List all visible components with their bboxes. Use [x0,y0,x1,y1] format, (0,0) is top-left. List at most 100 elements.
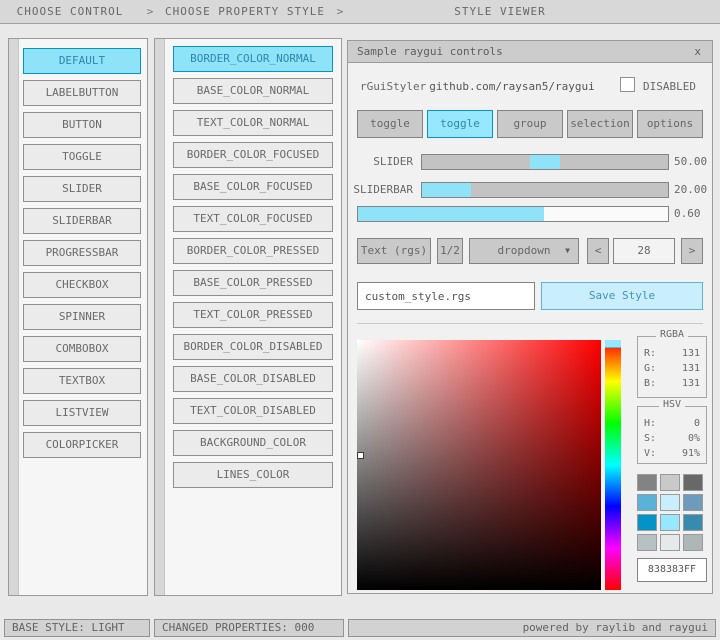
control-list-item[interactable]: SPINNER [23,304,141,330]
toggle-group: toggletogglegroupselectionoptions [357,110,703,138]
sliderbar-value: 20.00 [674,182,707,198]
property-list-item[interactable]: BACKGROUND_COLOR [173,430,333,456]
divider [357,323,703,324]
window-titlebar[interactable]: Sample raygui controls x [348,41,712,63]
palette-swatch[interactable] [637,474,657,491]
palette-swatch[interactable] [683,494,703,511]
property-list-item[interactable]: BORDER_COLOR_PRESSED [173,238,333,264]
rgba-label: B: [644,376,656,391]
rgba-groupbox: RGBA R:131G:131B:131 [637,336,707,398]
dropdown-label: dropdown [498,244,551,257]
property-list-item[interactable]: BASE_COLOR_PRESSED [173,270,333,296]
spinner-value[interactable]: 28 [613,238,675,264]
rgba-value: 131 [682,361,700,376]
slider-label: SLIDER [348,154,413,170]
color-saturation-value-panel[interactable] [357,340,601,590]
sliderbar[interactable] [421,182,669,198]
dropdown[interactable]: dropdown ▼ [469,238,579,264]
palette-swatch[interactable] [637,534,657,551]
rgba-row: R:131 [638,346,706,361]
palette-swatch[interactable] [660,514,680,531]
palette-swatch[interactable] [683,534,703,551]
rgba-value: 131 [682,346,700,361]
controls-list-panel: DEFAULT LABELBUTTON BUTTON TOGGLE SLIDER SLID… [8,38,148,596]
toggle-button[interactable]: toggle [427,110,493,138]
palette-swatch[interactable] [637,514,657,531]
hsv-label: V: [644,446,656,461]
control-list-item[interactable]: LISTVIEW [23,400,141,426]
rgba-title: RGBA [656,329,688,340]
properties-list-panel: BORDER_COLOR_NORMAL BASE_COLOR_NORMAL TEXT… [154,38,342,596]
slider[interactable] [421,154,669,170]
chevron-right-icon: > [140,5,160,18]
property-list-item[interactable]: LINES_COLOR [173,462,333,488]
control-list-item[interactable]: CHECKBOX [23,272,141,298]
palette-swatch[interactable] [683,474,703,491]
property-list-item[interactable]: TEXT_COLOR_FOCUSED [173,206,333,232]
sample-controls-window: Sample raygui controls x rGuiStyler gith… [347,40,713,594]
property-list-item[interactable]: BASE_COLOR_DISABLED [173,366,333,392]
close-icon[interactable]: x [692,45,703,58]
palette-swatch[interactable] [660,534,680,551]
progressbar-value: 0.60 [674,206,701,222]
window-body: rGuiStyler github.com/raysan5/raygui DIS… [348,64,712,593]
slider-handle[interactable] [530,155,560,169]
rgba-row: B:131 [638,376,706,391]
toggle-button[interactable]: options [637,110,703,138]
palette-swatch[interactable] [683,514,703,531]
repo-link[interactable]: github.com/raysan5/raygui [424,79,600,95]
hsv-label: S: [644,431,656,446]
progressbar [357,206,669,222]
control-list-item[interactable]: PROGRESSBAR [23,240,141,266]
hex-color-input[interactable]: 838383FF [637,558,707,582]
spinner-increment-button[interactable]: > [681,238,703,264]
property-list-item[interactable]: TEXT_COLOR_PRESSED [173,302,333,328]
rgba-label: G: [644,361,656,376]
toggle-button[interactable]: selection [567,110,633,138]
property-list-item[interactable]: BORDER_COLOR_NORMAL [173,46,333,72]
hue-selector[interactable] [605,340,621,348]
control-list-item[interactable]: COMBOBOX [23,336,141,362]
spinner-decrement-button[interactable]: < [587,238,609,264]
hue-bar[interactable] [605,340,621,590]
app-name-label: rGuiStyler [360,79,426,95]
text-rgs-button[interactable]: Text (rgs) [357,238,431,264]
control-list-item[interactable]: TEXTBOX [23,368,141,394]
palette-swatch[interactable] [660,494,680,511]
hsv-groupbox: HSV H:0S:0%V:91% [637,406,707,464]
chevron-down-icon: ▼ [565,239,570,263]
toggle-button[interactable]: group [497,110,563,138]
control-list-item[interactable]: COLORPICKER [23,432,141,458]
property-list-item[interactable]: BORDER_COLOR_FOCUSED [173,142,333,168]
disabled-checkbox-label: DISABLED [643,79,696,95]
half-button[interactable]: 1/2 [437,238,463,264]
breadcrumb: CHOOSE CONTROL > CHOOSE PROPERTY STYLE >… [0,0,720,24]
properties-scrollbar[interactable] [155,39,165,595]
property-list-item[interactable]: BASE_COLOR_NORMAL [173,78,333,104]
property-list-item[interactable]: TEXT_COLOR_NORMAL [173,110,333,136]
toggle-button[interactable]: toggle [357,110,423,138]
hsv-row: V:91% [638,446,706,461]
property-list-item[interactable]: BORDER_COLOR_DISABLED [173,334,333,360]
style-filename-input[interactable] [357,282,535,310]
palette-swatch[interactable] [660,474,680,491]
status-credits: powered by raylib and raygui [348,619,716,637]
control-list-item[interactable]: LABELBUTTON [23,80,141,106]
control-list-item[interactable]: BUTTON [23,112,141,138]
property-list-item[interactable]: TEXT_COLOR_DISABLED [173,398,333,424]
control-list-item[interactable]: DEFAULT [23,48,141,74]
property-list-item[interactable]: BASE_COLOR_FOCUSED [173,174,333,200]
save-style-button[interactable]: Save Style [541,282,703,310]
style-color-palette [637,474,707,551]
sliderbar-fill [422,183,471,197]
control-list-item[interactable]: TOGGLE [23,144,141,170]
rguistyler-app: CHOOSE CONTROL > CHOOSE PROPERTY STYLE >… [0,0,720,640]
chevron-right-icon: > [330,5,350,18]
controls-scrollbar[interactable] [9,39,19,595]
disabled-checkbox[interactable] [620,77,635,92]
control-list-item[interactable]: SLIDERBAR [23,208,141,234]
color-cursor[interactable] [357,452,364,459]
hsv-row: H:0 [638,416,706,431]
control-list-item[interactable]: SLIDER [23,176,141,202]
palette-swatch[interactable] [637,494,657,511]
